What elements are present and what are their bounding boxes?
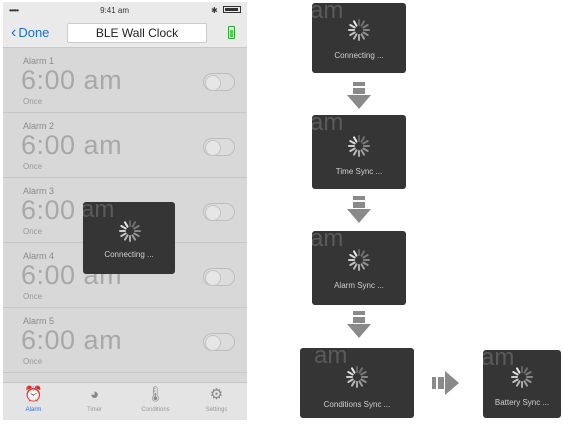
done-button[interactable]: ‹ Done (11, 24, 50, 41)
hud-label: Alarm Sync ... (334, 281, 384, 290)
alarm-repeat: Once (23, 292, 43, 301)
hud-background-text: am (483, 350, 515, 371)
alarm-time: 6:00 am (21, 325, 123, 355)
alarm-repeat: Once (23, 227, 43, 236)
connecting-hud: am Connecting ... (83, 202, 175, 274)
tab-label: Timer (86, 407, 103, 413)
tab-label: Conditions (141, 407, 170, 413)
sync-step-time: am Time Sync ... (312, 115, 406, 189)
alarm-repeat: Once (23, 162, 43, 171)
tab-bar: ⏰ Alarm ◕ Timer 🌡 Conditions ⚙ Settings (3, 382, 247, 420)
alarm-toggle[interactable] (203, 73, 235, 91)
sync-step-battery: am Battery Sync ... (483, 350, 561, 418)
alarm-repeat: Once (23, 357, 43, 366)
tab-label: Settings (205, 407, 228, 413)
thermometer-drop-icon: 🌡 (145, 386, 166, 403)
spinner-icon (119, 220, 141, 242)
alarm-row-1[interactable]: Alarm 1 6:00 am Once (3, 48, 247, 113)
hud-background-text: am (314, 348, 348, 369)
spinner-icon (511, 366, 533, 388)
alarm-toggle[interactable] (203, 138, 235, 156)
status-time: 9:41 am (100, 5, 129, 15)
nav-bar: ‹ Done BLE Wall Clock (3, 18, 247, 48)
alarm-row-5[interactable]: Alarm 5 6:00 am Once (3, 308, 247, 373)
alarm-clock-icon: ⏰ (24, 386, 43, 403)
spinner-icon (346, 366, 368, 388)
hud-background-text: am (312, 115, 344, 136)
alarm-toggle[interactable] (203, 268, 235, 286)
alarm-repeat: Once (23, 97, 43, 106)
timer-icon: ◕ (89, 386, 100, 403)
arrow-right-icon (432, 371, 459, 395)
alarm-toggle[interactable] (203, 333, 235, 351)
spinner-icon (348, 135, 370, 157)
tab-settings[interactable]: ⚙ Settings (186, 383, 247, 420)
tab-label: Alarm (25, 407, 42, 413)
battery-icon (222, 5, 241, 13)
alarm-toggle[interactable] (203, 203, 235, 221)
sync-step-connecting: am Connecting ... (312, 3, 406, 73)
alarm-time: 6:00 am (21, 130, 123, 160)
device-battery-icon (228, 26, 235, 39)
hud-label: Conditions Sync ... (323, 400, 391, 409)
arrow-down-icon (347, 311, 371, 338)
hud-label: Battery Sync ... (494, 398, 550, 407)
phone-screen: ••••• 9:41 am ✱ ‹ Done BLE Wall Clock Al… (3, 2, 247, 420)
hud-background-text: am (83, 202, 115, 223)
spinner-icon (348, 19, 370, 41)
status-bar: ••••• 9:41 am ✱ (3, 2, 247, 18)
chevron-left-icon: ‹ (11, 24, 17, 41)
tab-alarm[interactable]: ⏰ Alarm (3, 383, 64, 420)
tab-timer[interactable]: ◕ Timer (64, 383, 125, 420)
hud-background-text: am (312, 3, 344, 24)
sync-step-conditions: am Conditions Sync ... (300, 348, 414, 418)
hud-label: Connecting ... (104, 250, 154, 259)
gear-icon: ⚙ (209, 386, 224, 403)
sync-step-alarm: am Alarm Sync ... (312, 231, 406, 305)
alarm-time: 6:00 am (21, 65, 123, 95)
hud-label: Time Sync ... (335, 167, 383, 176)
bluetooth-icon: ✱ (211, 5, 218, 15)
spinner-icon (348, 249, 370, 271)
hud-label: Connecting ... (334, 51, 384, 60)
signal-indicator: ••••• (9, 5, 19, 15)
page-title: BLE Wall Clock (67, 23, 207, 43)
arrow-down-icon (347, 196, 371, 223)
tab-conditions[interactable]: 🌡 Conditions (125, 383, 186, 420)
hud-background-text: am (312, 231, 344, 252)
done-label: Done (18, 25, 50, 40)
status-right: ✱ (211, 5, 241, 15)
alarm-row-2[interactable]: Alarm 2 6:00 am Once (3, 113, 247, 178)
arrow-down-icon (347, 82, 371, 109)
